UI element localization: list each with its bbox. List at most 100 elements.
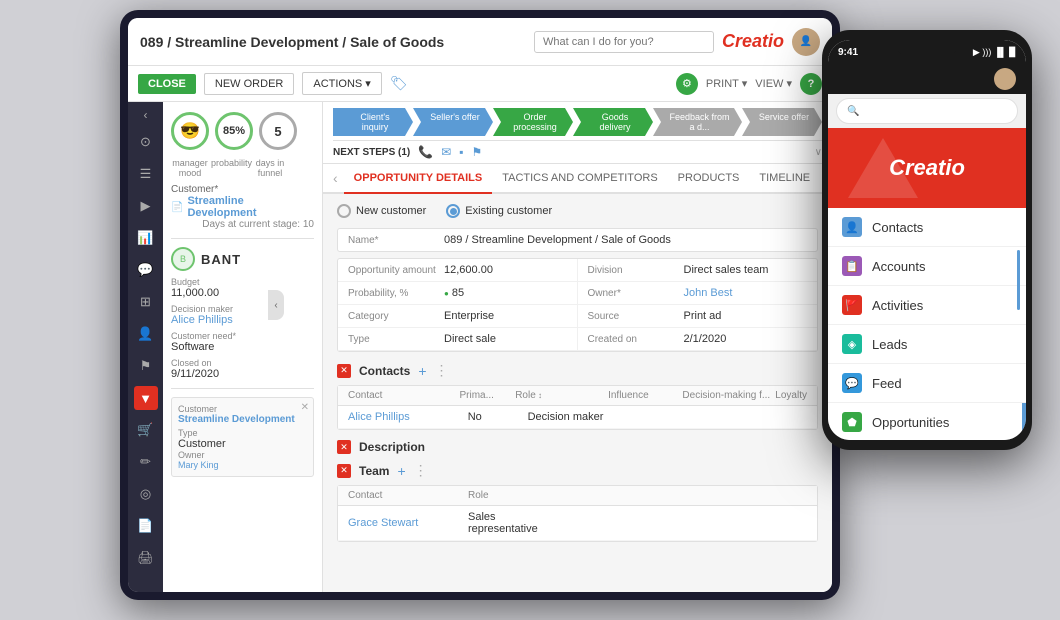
pipeline-step-1[interactable]: Client's inquiry: [333, 108, 413, 136]
sidebar-icon-doc[interactable]: 📄: [134, 514, 158, 538]
view-button[interactable]: VIEW ▾: [755, 77, 792, 90]
mini-card-close-button[interactable]: ✕: [301, 402, 309, 413]
phone-menu-accounts[interactable]: 📋 Accounts: [828, 247, 1026, 286]
mini-card-customer-name[interactable]: Streamline Development: [178, 414, 307, 425]
radio-existing-customer[interactable]: Existing customer: [446, 204, 552, 218]
pipeline-step-5[interactable]: Feedback from a d...: [653, 108, 742, 136]
bant-logo: B: [171, 247, 195, 271]
metric-labels: manager mood probability days in funnel: [171, 158, 314, 178]
sidebar-icon-chart[interactable]: 📊: [134, 226, 158, 250]
phone-menu-activities[interactable]: 🚩 Activities: [828, 286, 1026, 325]
phone-menu-contacts[interactable]: 👤 Contacts: [828, 208, 1026, 247]
phone-scrollbar[interactable]: [1017, 250, 1020, 310]
stats-section: 😎 85% 5: [171, 112, 314, 150]
sidebar-icon-menu[interactable]: ☰: [134, 162, 158, 186]
actions-button[interactable]: ACTIONS ▾: [302, 72, 381, 95]
phone-menu-leads[interactable]: ◈ Leads: [828, 325, 1026, 364]
phone-status-icons: ▶ ))) ▐▌ ▉: [973, 47, 1016, 58]
th-team-contact: Contact: [348, 490, 468, 501]
close-button[interactable]: CLOSE: [138, 74, 196, 94]
team-menu-button[interactable]: ⋮: [414, 462, 428, 479]
customer-icon: 📄: [171, 202, 183, 213]
next-steps-expand-icon[interactable]: ∨: [815, 147, 822, 158]
contacts-add-button[interactable]: +: [418, 363, 426, 379]
bant-closed-on: Closed on 9/11/2020: [171, 358, 314, 380]
customer-name[interactable]: Streamline Development: [187, 195, 314, 219]
contacts-menu-button[interactable]: ⋮: [435, 362, 449, 379]
source-value: Print ad: [684, 310, 722, 322]
opportunities-menu-label: Opportunities: [872, 415, 949, 430]
creatio-logo: Creatio: [722, 31, 784, 52]
phone-creatio-logo: Creatio: [889, 155, 965, 181]
leads-menu-label: Leads: [872, 337, 907, 352]
tag-icon[interactable]: 🏷: [390, 75, 408, 92]
owner-value[interactable]: John Best: [684, 287, 733, 299]
pipeline-step-6[interactable]: Service offer: [742, 108, 822, 136]
tab-timeline[interactable]: TIMELINE: [749, 164, 820, 194]
team-add-button[interactable]: +: [397, 463, 405, 479]
sidebar-icon-flag[interactable]: ⚑: [134, 354, 158, 378]
mini-card-customer-label: Customer: [178, 404, 307, 414]
pipeline-step-2[interactable]: Seller's offer: [413, 108, 493, 136]
bant-header: B BANT: [171, 247, 314, 271]
sidebar-icon-grid[interactable]: ⊞: [134, 290, 158, 314]
sidebar-icon-active[interactable]: ▼: [134, 386, 158, 410]
sidebar-icon-user[interactable]: 👤: [134, 322, 158, 346]
bant-customer-need: Customer need* Software: [171, 331, 314, 353]
feed-menu-label: Feed: [872, 376, 902, 391]
sidebar-icon-cart[interactable]: 🛒: [134, 418, 158, 442]
leads-icon: ◈: [842, 334, 862, 354]
pipeline-step-3[interactable]: Order processing: [493, 108, 573, 136]
phone-menu-opportunities[interactable]: ⬟ Opportunities: [828, 403, 1026, 440]
print-button[interactable]: PRINT ▾: [706, 77, 747, 90]
th-primary[interactable]: Prima...: [459, 390, 515, 401]
team-section-header: ✕ Team + ⋮: [337, 462, 818, 479]
opportunity-amount-label: Opportunity amount: [348, 265, 438, 276]
radio-existing-label: Existing customer: [465, 205, 552, 217]
tab-opportunity-details[interactable]: OPPORTUNITY DETAILS: [344, 164, 493, 194]
sidebar-icon-print[interactable]: 🖨: [134, 546, 158, 570]
task-icon[interactable]: ▪: [459, 145, 463, 159]
type-value: Direct sale: [444, 333, 496, 345]
team-contact-name[interactable]: Grace Stewart: [348, 517, 468, 529]
owner-cell: Owner* John Best: [578, 282, 818, 305]
email-icon[interactable]: ✉: [441, 145, 451, 159]
feed-icon: 💬: [842, 373, 862, 393]
contact-name[interactable]: Alice Phillips: [348, 411, 468, 423]
decision-maker-value[interactable]: Alice Phillips: [171, 314, 314, 326]
search-input[interactable]: [534, 31, 714, 53]
user-avatar: 👤: [792, 28, 820, 56]
sidebar-icon-circle[interactable]: ◎: [134, 482, 158, 506]
gear-icon[interactable]: ⚙: [676, 73, 698, 95]
sidebar-icon-home[interactable]: ⊙: [134, 130, 158, 154]
tab-products[interactable]: PRODUCTS: [668, 164, 750, 194]
phone-menu-feed[interactable]: 💬 Feed: [828, 364, 1026, 403]
th-role[interactable]: Role: [515, 390, 608, 401]
phone-user-avatar[interactable]: [994, 68, 1016, 90]
radio-new-label: New customer: [356, 205, 426, 217]
category-label: Category: [348, 311, 438, 322]
probability-circle: 85%: [215, 112, 253, 150]
customer-section: Customer* 📄 Streamline Development Days …: [171, 184, 314, 230]
bant-section: B BANT Budget 11,000.00 Decision maker A…: [171, 247, 314, 380]
th-contact[interactable]: Contact: [348, 390, 459, 401]
pipeline-steps: Client's inquiry Seller's offer Order pr…: [333, 108, 822, 136]
sidebar-chevron-icon[interactable]: ‹: [144, 108, 148, 122]
sidebar-icon-edit[interactable]: ✏: [134, 450, 158, 474]
tablet: 089 / Streamline Development / Sale of G…: [120, 10, 840, 600]
contacts-menu-label: Contacts: [872, 220, 923, 235]
tab-chevron-icon[interactable]: ‹: [333, 170, 338, 186]
sidebar-icon-chat[interactable]: 💬: [134, 258, 158, 282]
sidebar-icon-play[interactable]: ▶: [134, 194, 158, 218]
help-icon[interactable]: ?: [800, 73, 822, 95]
category-cell: Category Enterprise: [338, 305, 578, 328]
phone-search-bar[interactable]: 🔍: [836, 98, 1018, 124]
panel-collapse-button[interactable]: ‹: [268, 290, 284, 320]
tab-tactics[interactable]: TACTICS AND COMPETITORS: [492, 164, 667, 194]
radio-new-customer[interactable]: New customer: [337, 204, 426, 218]
mini-card-owner-value[interactable]: Mary King: [178, 460, 307, 470]
new-order-button[interactable]: NEW ORDER: [204, 73, 294, 95]
flag-icon[interactable]: ⚑: [472, 145, 483, 159]
phone-icon[interactable]: 📞: [418, 145, 433, 159]
pipeline-step-4[interactable]: Goods delivery: [573, 108, 653, 136]
